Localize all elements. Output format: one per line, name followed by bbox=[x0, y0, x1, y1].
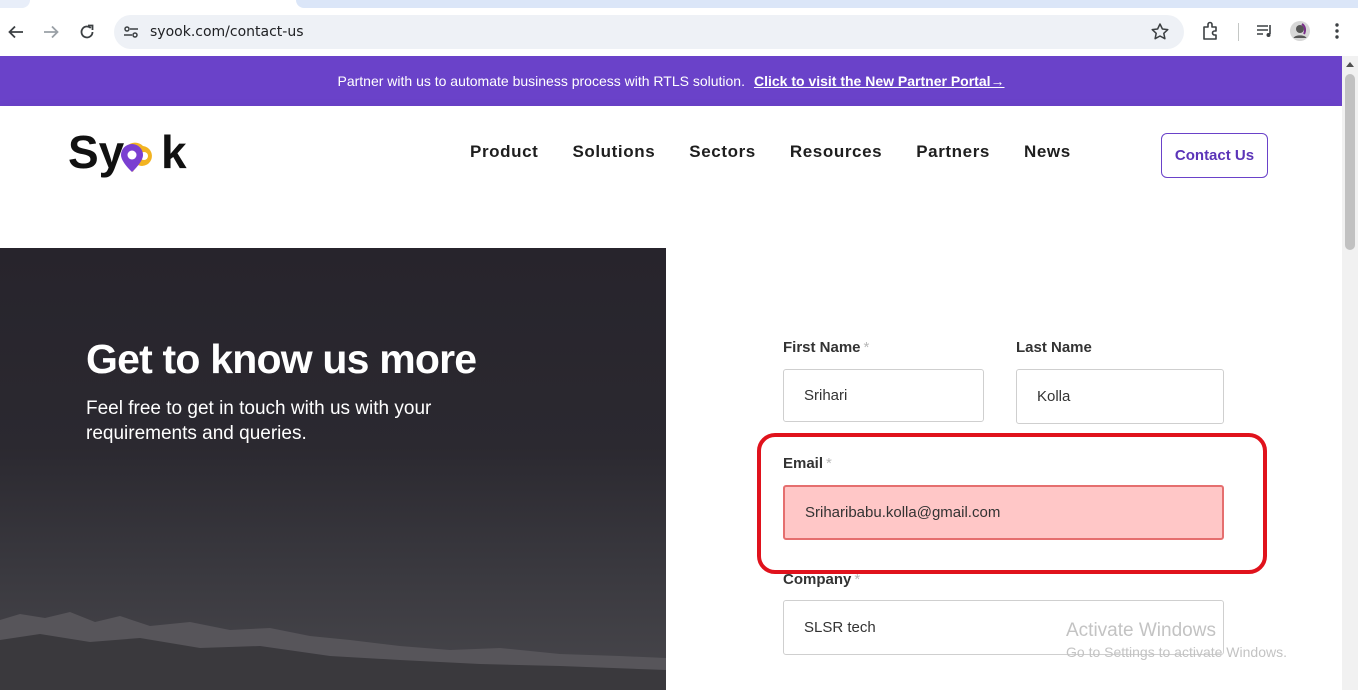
scroll-up-icon[interactable] bbox=[1346, 62, 1354, 67]
svg-text:Sy: Sy bbox=[68, 126, 125, 178]
nav-resources[interactable]: Resources bbox=[790, 142, 882, 162]
hero-panel: Get to know us more Feel free to get in … bbox=[0, 248, 666, 690]
toolbar-divider bbox=[1238, 23, 1239, 41]
last-name-label: Last Name bbox=[1016, 339, 1092, 356]
first-name-label: First Name * bbox=[783, 339, 870, 356]
bookmark-star-icon[interactable] bbox=[1150, 22, 1170, 42]
mountain-silhouette bbox=[0, 612, 666, 690]
url-text[interactable]: syook.com/contact-us bbox=[150, 24, 304, 40]
site-header: Sy k Product Solutions Sectors Resources… bbox=[0, 106, 1342, 248]
last-name-input[interactable]: Kolla bbox=[1016, 369, 1224, 424]
hero-title: Get to know us more bbox=[86, 336, 477, 382]
main-nav: Product Solutions Sectors Resources Part… bbox=[470, 142, 1071, 162]
syook-logo[interactable]: Sy k bbox=[68, 126, 208, 184]
contact-us-button[interactable]: Contact Us bbox=[1161, 133, 1268, 178]
page-scrollbar[interactable] bbox=[1342, 56, 1358, 690]
nav-sectors[interactable]: Sectors bbox=[689, 142, 756, 162]
nav-solutions[interactable]: Solutions bbox=[572, 142, 655, 162]
back-icon[interactable] bbox=[3, 19, 29, 45]
tab-strip-fill bbox=[296, 0, 1358, 8]
scrollbar-thumb[interactable] bbox=[1345, 74, 1355, 250]
tab-strip bbox=[0, 0, 1358, 8]
nav-news[interactable]: News bbox=[1024, 142, 1071, 162]
promo-text: Partner with us to automate business pro… bbox=[337, 73, 745, 89]
profile-avatar-icon[interactable] bbox=[1289, 20, 1313, 44]
promo-banner: Partner with us to automate business pro… bbox=[0, 56, 1342, 106]
tab-previous[interactable] bbox=[0, 0, 30, 8]
first-name-input[interactable]: Srihari bbox=[783, 369, 984, 422]
nav-partners[interactable]: Partners bbox=[916, 142, 990, 162]
email-highlight-annotation bbox=[757, 433, 1267, 574]
forward-icon[interactable] bbox=[38, 19, 64, 45]
reload-icon[interactable] bbox=[74, 19, 100, 45]
extensions-icon[interactable] bbox=[1200, 20, 1224, 44]
menu-kebab-icon[interactable] bbox=[1326, 20, 1350, 44]
browser-toolbar: syook.com/contact-us bbox=[0, 0, 1358, 56]
site-info-icon[interactable] bbox=[122, 23, 140, 41]
company-label: Company * bbox=[783, 571, 861, 588]
address-bar[interactable]: syook.com/contact-us bbox=[114, 15, 1184, 49]
nav-product[interactable]: Product bbox=[470, 142, 538, 162]
svg-text:k: k bbox=[161, 126, 187, 178]
watermark-subtitle: Go to Settings to activate Windows. bbox=[1066, 644, 1287, 660]
media-control-icon[interactable] bbox=[1254, 20, 1278, 44]
partner-portal-link[interactable]: Click to visit the New Partner Portal→ bbox=[754, 73, 1005, 89]
activate-windows-watermark: Activate Windows Go to Settings to activ… bbox=[1066, 620, 1287, 660]
watermark-title: Activate Windows bbox=[1066, 620, 1216, 641]
hero-subtitle: Feel free to get in touch with us with y… bbox=[86, 398, 432, 444]
